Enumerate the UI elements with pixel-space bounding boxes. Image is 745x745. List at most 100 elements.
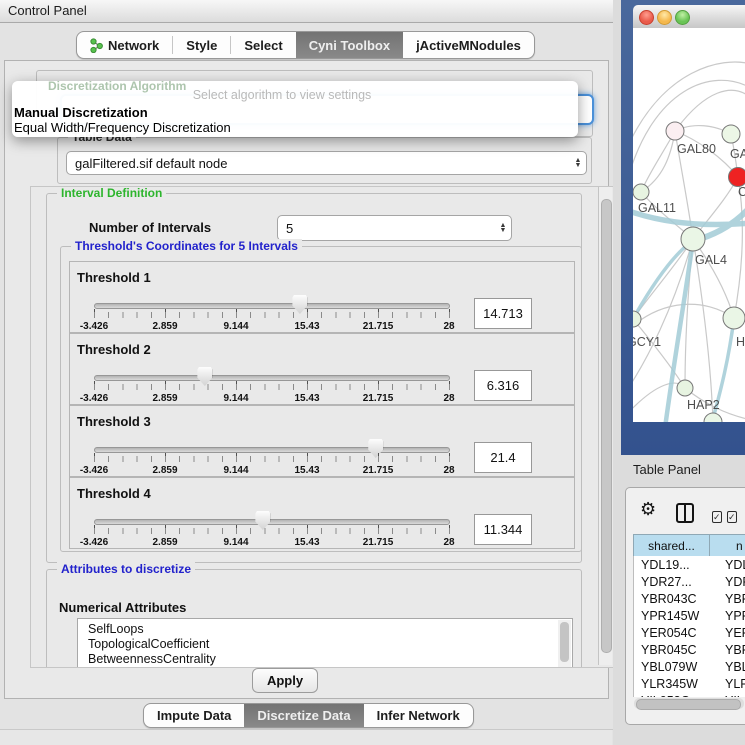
list-item[interactable]: SelfLoops — [78, 622, 572, 637]
table-row[interactable]: YIL052CYIL0 — [634, 692, 745, 697]
threshold-3-box: Threshold 3 -3.426 2.859 9.144 15.43 21.… — [69, 405, 575, 477]
close-traffic-light-icon[interactable] — [639, 10, 654, 25]
slider-minor-ticks — [94, 384, 450, 390]
network-node[interactable] — [722, 125, 740, 143]
number-of-intervals-value: 5 — [278, 221, 495, 236]
numerical-attributes-list[interactable]: SelfLoops TopologicalCoefficient Between… — [77, 618, 573, 668]
minimize-traffic-light-icon[interactable] — [657, 10, 672, 25]
threshold-4-value-field[interactable]: 11.344 — [474, 514, 532, 545]
combo-stepper-icon[interactable]: ▲▼ — [495, 223, 511, 233]
node-label: HAP2 — [687, 398, 720, 412]
threshold-1-slider[interactable]: -3.426 2.859 9.144 15.43 21.715 28 — [94, 294, 450, 334]
tab-cyni-toolbox[interactable]: Cyni Toolbox — [296, 32, 403, 58]
gear-icon[interactable]: ⚙ — [640, 500, 656, 518]
menu-item-equal-width-frequency[interactable]: Equal Width/Frequency Discretization — [14, 120, 231, 135]
table-row[interactable]: YDR27...YDR2 — [634, 573, 745, 590]
menu-item-manual-discretization[interactable]: Manual Discretization — [14, 105, 148, 120]
zoom-traffic-light-icon[interactable] — [675, 10, 690, 25]
network-node[interactable] — [666, 122, 684, 140]
network-window-titlebar[interactable] — [633, 5, 745, 29]
tab-select[interactable]: Select — [231, 32, 295, 58]
cyni-bottom-tabbar: Impute Data Discretize Data Infer Networ… — [143, 703, 474, 728]
tab-jactivemnodules[interactable]: jActiveMNodules — [403, 32, 534, 58]
table-data-combobox[interactable]: galFiltered.sif default node ▲▼ — [66, 151, 587, 175]
threshold-coordinates-title: Threshold's Coordinates for 5 Intervals — [71, 239, 302, 253]
numerical-attributes-label: Numerical Attributes — [59, 600, 186, 615]
node-label: H — [736, 335, 745, 349]
scrollbar-thumb[interactable] — [601, 199, 612, 653]
network-canvas-svg: GAL80 GA C GAL11 GAL4 GCY1 H HAP2 — [633, 28, 745, 422]
network-node[interactable] — [633, 184, 649, 200]
tab-impute-data[interactable]: Impute Data — [144, 704, 244, 727]
node-label: GAL4 — [695, 253, 727, 267]
list-item[interactable]: BetweennessCentrality — [78, 652, 572, 667]
number-of-intervals-combobox[interactable]: 5 ▲▼ — [277, 215, 512, 241]
status-strip — [0, 730, 612, 745]
threshold-3-value-field[interactable]: 21.4 — [474, 442, 532, 473]
node-label: GAL11 — [638, 201, 676, 215]
table-row[interactable]: YBL079WYBL0 — [634, 658, 745, 675]
node-label: GCY1 — [633, 335, 661, 349]
settings-scrollpane: Interval Definition Number of Intervals … — [30, 186, 614, 668]
column-header-shared[interactable]: shared... — [633, 534, 710, 557]
slider-minor-ticks — [94, 312, 450, 318]
tab-network[interactable]: Network — [77, 32, 172, 58]
network-node[interactable] — [704, 413, 722, 422]
threshold-1-label: Threshold 1 — [77, 270, 151, 285]
threshold-3-slider[interactable]: -3.426 2.859 9.144 15.43 21.715 28 — [94, 438, 450, 478]
table-row[interactable]: YBR043CYBR0 — [634, 590, 745, 607]
node-label: GAL80 — [677, 142, 716, 156]
table-row[interactable]: YLR345WYLR3 — [634, 675, 745, 692]
screenshot-root: Control Panel □ ✕ Network Style Select C… — [0, 0, 745, 745]
network-graph-icon — [90, 38, 103, 53]
network-node[interactable] — [729, 168, 745, 187]
network-canvas[interactable]: GAL80 GA C GAL11 GAL4 GCY1 H HAP2 — [633, 28, 745, 422]
tab-discretize-data[interactable]: Discretize Data — [244, 704, 363, 727]
threshold-2-slider[interactable]: -3.426 2.859 9.144 15.43 21.715 28 — [94, 366, 450, 406]
node-label: GA — [730, 147, 745, 161]
threshold-1-value-field[interactable]: 14.713 — [474, 298, 532, 329]
slider-scale-labels: -3.426 2.859 9.144 15.43 21.715 28 — [94, 465, 449, 477]
checkbox-icon[interactable]: ✓ — [727, 507, 737, 525]
threshold-4-slider[interactable]: -3.426 2.859 9.144 15.43 21.715 28 — [94, 510, 450, 550]
threshold-2-label: Threshold 2 — [77, 342, 151, 357]
table-row[interactable]: YBR045CYBR0 — [634, 641, 745, 658]
tab-style[interactable]: Style — [173, 32, 230, 58]
algorithm-hint-text: Select algorithm to view settings — [12, 88, 552, 102]
network-node[interactable] — [723, 307, 745, 329]
list-scrollbar[interactable] — [558, 620, 571, 667]
threshold-2-box: Threshold 2 -3.426 2.859 9.144 15.43 21.… — [69, 333, 575, 405]
settings-vertical-scrollbar[interactable] — [598, 187, 612, 665]
table-row[interactable]: YER054CYER0 — [634, 624, 745, 641]
list-item[interactable]: TopologicalCoefficient — [78, 637, 572, 652]
tab-infer-network[interactable]: Infer Network — [364, 704, 473, 727]
threshold-coordinates-group: Threshold's Coordinates for 5 Intervals … — [60, 246, 582, 552]
table-row[interactable]: YPR145WYPR1 — [634, 607, 745, 624]
interval-definition-group: Interval Definition Number of Intervals … — [46, 193, 582, 563]
node-label: C — [738, 185, 745, 199]
scrollbar-thumb[interactable] — [636, 699, 741, 710]
table-row[interactable]: YDL19...YDL1 — [634, 556, 745, 573]
threshold-1-box: Threshold 1 -3.426 2.859 9.144 15.43 21.… — [69, 261, 575, 333]
slider-scale-labels: -3.426 2.859 9.144 15.43 21.715 28 — [94, 321, 449, 333]
table-rows[interactable]: YDL19...YDL1 YDR27...YDR2 YBR043CYBR0 YP… — [633, 556, 745, 697]
column-header-name[interactable]: n — [709, 534, 745, 557]
threshold-2-value-field[interactable]: 6.316 — [474, 370, 532, 401]
checkbox-icon[interactable]: ✓ — [712, 507, 722, 525]
tab-network-label: Network — [108, 38, 159, 53]
network-node[interactable] — [633, 311, 641, 327]
table-horizontal-scrollbar[interactable] — [634, 698, 744, 709]
network-node[interactable] — [677, 380, 693, 396]
apply-button[interactable]: Apply — [252, 668, 318, 693]
attributes-group: Attributes to discretize Numerical Attri… — [46, 569, 582, 668]
control-panel-title: Control Panel — [8, 3, 87, 18]
table-panel-title: Table Panel — [633, 462, 701, 477]
column-layout-icon[interactable] — [676, 503, 694, 523]
combo-stepper-icon[interactable]: ▲▼ — [570, 158, 586, 168]
control-panel-titlebar: Control Panel □ ✕ — [0, 0, 613, 23]
interval-definition-title: Interval Definition — [57, 186, 166, 200]
network-node[interactable] — [681, 227, 705, 251]
threshold-4-box: Threshold 4 -3.426 2.859 9.144 15.43 21.… — [69, 477, 575, 549]
table-data-value: galFiltered.sif default node — [67, 156, 570, 171]
slider-minor-ticks — [94, 456, 450, 462]
